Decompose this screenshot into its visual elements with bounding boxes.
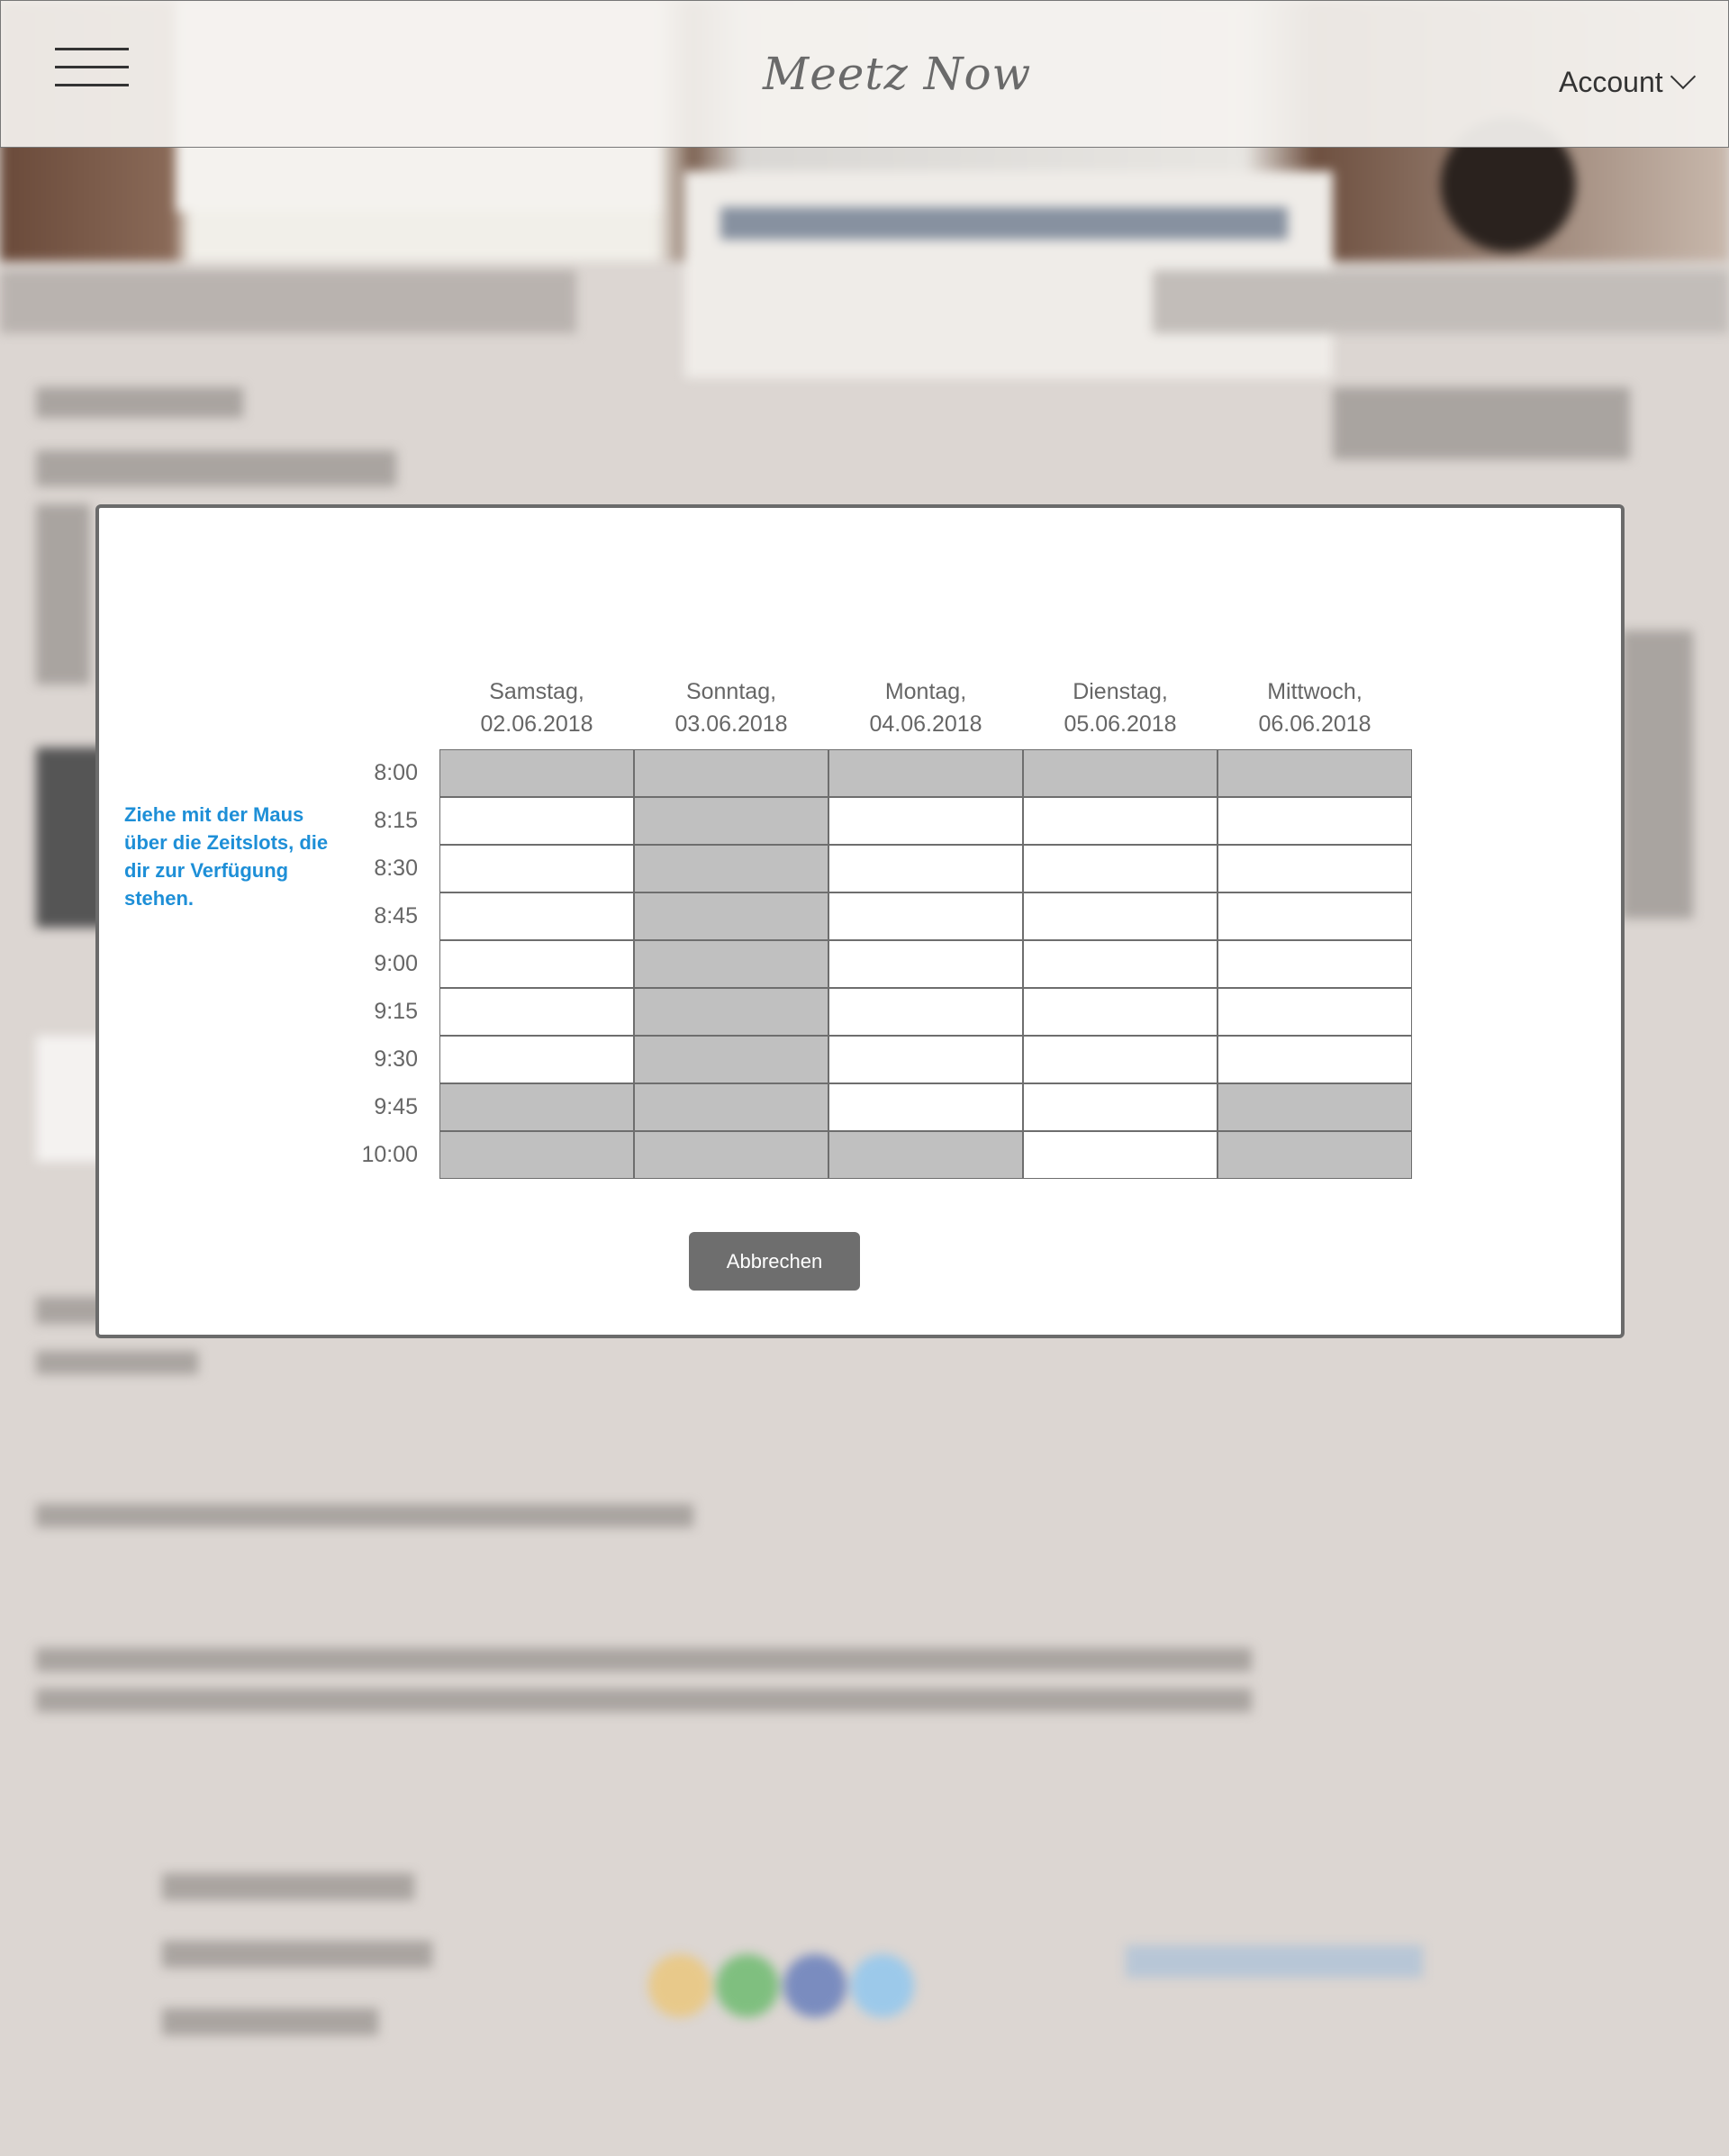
time-label: 10:00 [361, 1142, 418, 1167]
background-block [1333, 387, 1630, 459]
time-slot[interactable] [1218, 1131, 1412, 1179]
time-slot[interactable] [828, 797, 1023, 845]
top-header: Meetz Now Account [0, 0, 1729, 148]
day-weekday: Samstag, [489, 679, 584, 704]
background-strip-left [0, 270, 576, 333]
time-label: 8:30 [374, 856, 418, 881]
time-slot[interactable] [439, 892, 634, 940]
time-label: 9:15 [374, 999, 418, 1024]
day-date: 04.06.2018 [869, 711, 982, 737]
time-slot[interactable] [1023, 988, 1218, 1036]
background-block [36, 450, 396, 486]
time-slot[interactable] [439, 749, 634, 797]
time-slot[interactable] [634, 749, 828, 797]
background-block [36, 387, 243, 418]
background-text-line [162, 2008, 378, 2035]
background-social-icon [783, 1954, 846, 2017]
background-text-line [36, 1648, 1252, 1671]
time-slot[interactable] [1218, 797, 1412, 845]
time-slot[interactable] [1023, 1083, 1218, 1131]
background-social-icon [851, 1954, 914, 2017]
time-label: 9:45 [374, 1094, 418, 1119]
app-logo[interactable]: Meetz Now [763, 48, 1031, 100]
time-slot[interactable] [439, 1083, 634, 1131]
time-label: 9:00 [374, 951, 418, 976]
time-slot[interactable] [439, 797, 634, 845]
time-slot[interactable] [1218, 845, 1412, 892]
time-slot[interactable] [634, 1036, 828, 1083]
day-weekday: Sonntag, [685, 679, 777, 704]
time-slot[interactable] [828, 892, 1023, 940]
background-block [36, 504, 90, 684]
account-label: Account [1559, 66, 1663, 98]
time-slot[interactable] [439, 940, 634, 988]
time-slot[interactable] [1218, 749, 1412, 797]
hero-paper-bar [720, 207, 1288, 240]
background-text-line [36, 1504, 693, 1527]
time-slot[interactable] [1023, 845, 1218, 892]
background-text-line [162, 1873, 414, 1900]
time-label: 8:45 [374, 903, 418, 929]
background-social-icon [716, 1954, 779, 2017]
time-slot[interactable] [634, 1131, 828, 1179]
cancel-button[interactable]: Abbrechen [689, 1232, 860, 1291]
time-slot[interactable] [634, 988, 828, 1036]
time-slot[interactable] [1023, 1036, 1218, 1083]
day-date: 03.06.2018 [674, 711, 788, 737]
time-slot[interactable] [1218, 988, 1412, 1036]
day-header: Sonntag, 03.06.2018 [634, 675, 828, 740]
day-weekday: Dienstag, [1073, 679, 1168, 704]
time-slot[interactable] [828, 845, 1023, 892]
background-text-line [162, 1941, 432, 1968]
background-text-line [36, 1689, 1252, 1712]
day-header: Mittwoch, 06.06.2018 [1218, 675, 1412, 740]
background-social-icon [648, 1954, 711, 2017]
time-slot[interactable] [634, 892, 828, 940]
account-menu[interactable]: Account [1559, 63, 1696, 99]
day-weekday: Montag, [884, 679, 967, 704]
day-header: Samstag, 02.06.2018 [439, 675, 634, 740]
time-slot[interactable] [439, 988, 634, 1036]
day-header: Montag, 04.06.2018 [828, 675, 1023, 740]
time-slot[interactable] [634, 845, 828, 892]
background-strip-right [1153, 270, 1729, 333]
background-block [1621, 630, 1693, 919]
time-slot[interactable] [439, 845, 634, 892]
time-slot[interactable] [1218, 892, 1412, 940]
time-slot[interactable] [439, 1036, 634, 1083]
time-slot[interactable] [1023, 1131, 1218, 1179]
day-header: Dienstag, 05.06.2018 [1023, 675, 1218, 740]
instruction-text: Ziehe mit der Maus über die Zeitslots, d… [124, 803, 329, 910]
time-slot[interactable] [634, 940, 828, 988]
time-slot[interactable] [1023, 940, 1218, 988]
time-label: 9:30 [374, 1046, 418, 1072]
time-slot[interactable] [1023, 749, 1218, 797]
chevron-down-icon [1670, 63, 1696, 89]
day-date: 02.06.2018 [480, 711, 593, 737]
time-slot[interactable] [1218, 1083, 1412, 1131]
time-slot[interactable] [828, 1036, 1023, 1083]
day-date: 06.06.2018 [1258, 711, 1371, 737]
time-slot[interactable] [1023, 892, 1218, 940]
day-date: 05.06.2018 [1064, 711, 1177, 737]
day-weekday: Mittwoch, [1267, 679, 1362, 704]
time-slot[interactable] [828, 988, 1023, 1036]
time-label: 8:15 [374, 808, 418, 833]
time-slot[interactable] [1023, 797, 1218, 845]
time-slot[interactable] [828, 940, 1023, 988]
time-slot[interactable] [828, 1083, 1023, 1131]
time-label: 8:00 [374, 760, 418, 785]
time-slot[interactable] [828, 1131, 1023, 1179]
time-slot[interactable] [1218, 1036, 1412, 1083]
hamburger-menu-icon[interactable] [55, 48, 129, 89]
time-slot[interactable] [634, 1083, 828, 1131]
availability-modal: Ziehe mit der Maus über die Zeitslots, d… [95, 504, 1625, 1338]
background-text-line [36, 1351, 198, 1374]
background-input [1126, 1945, 1423, 1978]
time-slot[interactable] [439, 1131, 634, 1179]
time-slot[interactable] [828, 749, 1023, 797]
time-slot[interactable] [634, 797, 828, 845]
time-slot[interactable] [1218, 940, 1412, 988]
